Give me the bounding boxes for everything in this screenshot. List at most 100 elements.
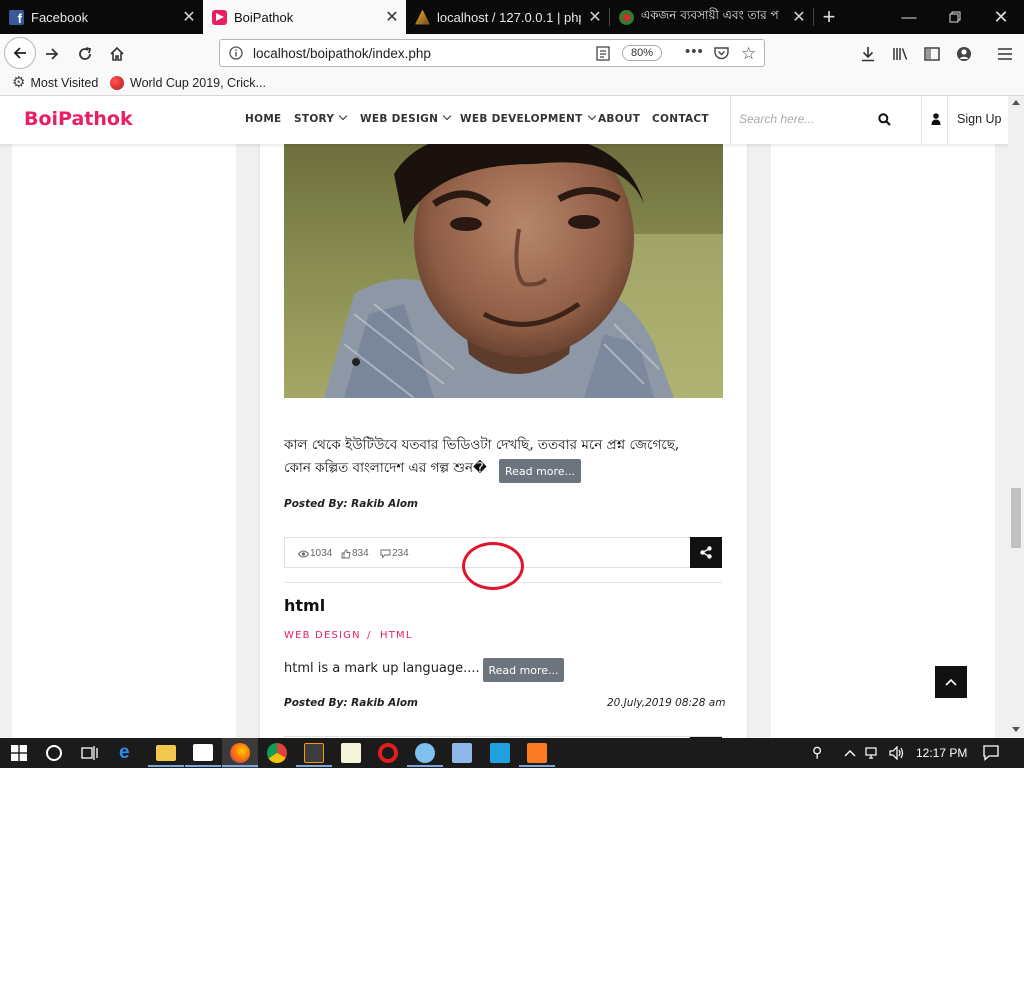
search-icon[interactable] [878, 113, 891, 126]
share-button[interactable] [690, 537, 722, 568]
post-author: Posted By: Rakib Alom [284, 498, 418, 510]
close-icon[interactable]: ✕ [175, 7, 203, 27]
chrome-icon[interactable] [267, 743, 287, 763]
category-link[interactable]: HTML [380, 630, 413, 641]
category-link[interactable]: WEB DESIGN [284, 630, 361, 641]
reader-view-icon[interactable] [596, 46, 610, 66]
left-sidebar [12, 144, 236, 738]
post-image[interactable] [284, 144, 723, 398]
bookmark-world-cup[interactable]: World Cup 2019, Crick... [110, 76, 266, 90]
nav-about[interactable]: ABOUT [598, 113, 640, 125]
tab-boipathok[interactable]: BoiPathok ✕ [203, 0, 406, 34]
download-icon[interactable] [854, 40, 882, 68]
facebook-icon: f [9, 9, 24, 25]
tab-title: একজন ব্যবসায়ী এবং তার প [641, 8, 779, 22]
boipathok-favicon-icon [212, 9, 227, 25]
forward-arrow-icon[interactable] [38, 40, 66, 68]
active-app-indicator [148, 765, 184, 767]
nav-home[interactable]: HOME [245, 113, 282, 125]
views-count: 1034 [298, 548, 332, 559]
close-icon[interactable]: ✕ [378, 7, 406, 27]
scroll-down-icon[interactable] [1012, 727, 1020, 732]
app-icon[interactable] [415, 743, 435, 763]
people-icon[interactable]: ⚲ [812, 744, 822, 761]
post-author: Posted By: Rakib Alom [284, 697, 418, 709]
post-date: 20.July,2019 08:28 am [607, 697, 726, 709]
restore-window-icon[interactable] [932, 0, 978, 34]
likes-count[interactable]: 834 [341, 548, 369, 559]
notepad-plus-icon[interactable] [341, 743, 361, 763]
transfer-app-icon[interactable] [490, 743, 510, 763]
clock[interactable]: 12:17 PM [916, 746, 967, 760]
edge-icon[interactable]: e [119, 743, 139, 763]
scrollbar-thumb[interactable] [1011, 488, 1021, 548]
back-arrow-icon[interactable] [4, 37, 36, 69]
eye-icon [298, 550, 309, 557]
tab-bengali-story[interactable]: একজন ব্যবসায়ী এবং তার প ✕ [610, 0, 813, 34]
site-search: Search here... [730, 96, 922, 144]
task-view-icon[interactable] [81, 745, 98, 761]
action-center-icon[interactable] [983, 745, 999, 761]
network-icon[interactable] [865, 746, 881, 760]
bookmark-most-visited[interactable]: ⚙ Most Visited [12, 74, 98, 91]
user-icon[interactable] [931, 113, 941, 125]
new-tab-icon[interactable]: + [812, 0, 846, 34]
tab-phpmyadmin[interactable]: localhost / 127.0.0.1 | phpM ✕ [406, 0, 609, 34]
minimize-icon[interactable]: — [886, 0, 932, 34]
zoom-level-badge[interactable]: 80% [622, 45, 662, 61]
web-page-viewport: কাল থেকে ইউটিউবে যতবার ভিডিওটা দেখছি, তত… [0, 96, 1008, 738]
hamburger-menu-icon[interactable] [991, 40, 1019, 68]
store-icon[interactable] [193, 744, 213, 761]
browser-tab-strip: f Facebook ✕ BoiPathok ✕ localhost / 127… [0, 0, 1024, 34]
tab-facebook[interactable]: f Facebook ✕ [0, 0, 203, 34]
firefox-icon[interactable] [230, 743, 250, 763]
home-icon[interactable] [103, 40, 131, 68]
active-app-indicator [222, 765, 258, 767]
likes-value: 834 [352, 548, 369, 559]
page-actions-icon[interactable]: ••• [685, 43, 704, 60]
read-more-button[interactable]: Read more... [483, 658, 564, 682]
windows-start-icon[interactable] [11, 745, 27, 761]
gear-icon: ⚙ [12, 74, 26, 91]
scroll-up-icon[interactable] [1012, 100, 1020, 105]
sidebar-icon[interactable] [918, 40, 946, 68]
active-app-indicator [185, 765, 221, 767]
sublime-text-icon[interactable] [304, 743, 324, 763]
notepad-icon[interactable] [452, 743, 472, 763]
nav-web-design[interactable]: WEB DESIGN [360, 111, 452, 125]
reload-icon[interactable] [71, 40, 99, 68]
chevron-up-icon[interactable] [844, 749, 856, 757]
post-excerpt: html is a mark up language.... [284, 661, 480, 676]
close-icon[interactable]: ✕ [785, 7, 813, 27]
file-explorer-icon[interactable] [156, 745, 176, 761]
volume-icon[interactable] [889, 746, 905, 760]
account-icon[interactable] [950, 40, 978, 68]
pocket-icon[interactable] [714, 46, 729, 65]
thumbs-up-icon [341, 548, 351, 558]
post-title[interactable]: html [284, 596, 325, 615]
nav-web-development[interactable]: WEB DEVELOPMENT [460, 111, 596, 125]
search-input[interactable]: Search here... [739, 112, 814, 126]
close-window-icon[interactable]: ✕ [978, 0, 1024, 34]
page-scrollbar[interactable] [1008, 96, 1024, 738]
opera-icon[interactable] [378, 743, 398, 763]
library-icon[interactable] [886, 40, 914, 68]
windows-taskbar: e ⚲ 12:17 PM [0, 738, 1024, 768]
category-separator: / [367, 630, 372, 641]
info-icon[interactable] [229, 46, 243, 65]
active-app-indicator [519, 765, 555, 767]
comments-count[interactable]: 234 [380, 548, 409, 559]
bookmark-star-icon[interactable]: ☆ [741, 44, 756, 64]
xampp-icon[interactable] [527, 743, 547, 763]
back-to-top-button[interactable] [935, 666, 967, 698]
address-bar[interactable]: localhost/boipathok/index.php 80% ••• ☆ [219, 39, 765, 67]
sign-up-link[interactable]: Sign Up [957, 112, 1001, 126]
read-more-button[interactable]: Read more... [499, 459, 581, 483]
nav-label: STORY [294, 113, 335, 125]
cortana-icon[interactable] [46, 745, 62, 761]
nav-story[interactable]: STORY [294, 111, 348, 125]
site-logo[interactable]: BoiPathok [24, 108, 133, 130]
close-icon[interactable]: ✕ [581, 7, 609, 27]
phpmyadmin-icon [415, 9, 430, 25]
nav-contact[interactable]: CONTACT [652, 113, 709, 125]
